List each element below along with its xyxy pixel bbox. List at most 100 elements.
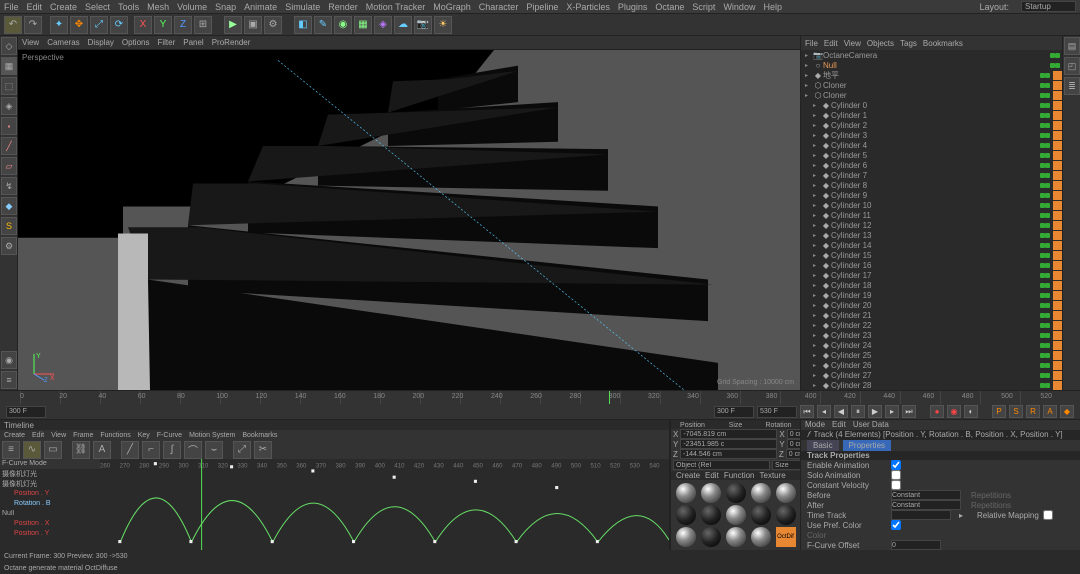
key-param-button[interactable]: A: [1043, 405, 1057, 418]
mat-edit-menu[interactable]: Edit: [705, 471, 719, 480]
deformer-button[interactable]: ◈: [374, 16, 392, 34]
mat-function-menu[interactable]: Function: [724, 471, 755, 480]
texture-tag-icon[interactable]: [1053, 71, 1062, 80]
track-row[interactable]: 摄像机灯光: [0, 479, 100, 489]
obj-objects-menu[interactable]: Objects: [867, 39, 894, 48]
texture-tag-icon[interactable]: [1053, 221, 1062, 230]
texture-tag-icon[interactable]: [1053, 341, 1062, 350]
vp-panel-menu[interactable]: Panel: [183, 38, 203, 47]
tl-functions-menu[interactable]: Functions: [100, 432, 130, 439]
texture-tag-icon[interactable]: [1053, 361, 1062, 370]
tl-link-button[interactable]: ⛓: [72, 441, 90, 459]
object-row[interactable]: ▸◆Cylinder 14: [801, 240, 1062, 250]
rotate-button[interactable]: ⟳: [110, 16, 128, 34]
track-row[interactable]: 摄像机灯光: [0, 469, 100, 479]
goto-start-button[interactable]: ⏮: [800, 405, 814, 418]
tl-key-menu[interactable]: Key: [138, 432, 150, 439]
goto-nextkey-button[interactable]: ▸: [885, 405, 899, 418]
relmap-check[interactable]: [1043, 510, 1053, 520]
menu-window[interactable]: Window: [723, 2, 755, 12]
menu-snap[interactable]: Snap: [215, 2, 236, 12]
object-row[interactable]: ▸◆Cylinder 0: [801, 100, 1062, 110]
obj-edit-menu[interactable]: Edit: [824, 39, 838, 48]
key-pla-button[interactable]: ◆: [1060, 405, 1074, 418]
nurbs-button[interactable]: ◉: [334, 16, 352, 34]
polys-mode-button[interactable]: ▱: [1, 157, 17, 175]
texture-tag-icon[interactable]: [1053, 331, 1062, 340]
attr-userdata-menu[interactable]: User Data: [853, 420, 889, 429]
vp-display-menu[interactable]: Display: [88, 38, 114, 47]
coord-system-button[interactable]: ⊞: [194, 16, 212, 34]
object-row[interactable]: ▸◆Cylinder 9: [801, 190, 1062, 200]
viewport-canvas[interactable]: Perspective: [18, 50, 800, 390]
usepref-check[interactable]: [891, 520, 901, 530]
material-grid[interactable]: OctDif: [671, 480, 800, 550]
texture-tag-icon[interactable]: [1053, 351, 1062, 360]
object-row[interactable]: ▸◆Cylinder 10: [801, 200, 1062, 210]
undo-button[interactable]: ↶: [4, 16, 22, 34]
keyframe-sel-button[interactable]: ◐: [964, 405, 978, 418]
move-button[interactable]: ✥: [70, 16, 88, 34]
tl-linear-button[interactable]: ╱: [121, 441, 139, 459]
obj-file-menu[interactable]: File: [805, 39, 818, 48]
attr-mode-menu[interactable]: Mode: [805, 420, 825, 429]
material-slot[interactable]: [676, 527, 696, 547]
texture-tag-icon[interactable]: [1053, 181, 1062, 190]
texture-tag-icon[interactable]: [1053, 371, 1062, 380]
workplane-button[interactable]: ◈: [1, 97, 17, 115]
menu-motiontracker[interactable]: Motion Tracker: [366, 2, 426, 12]
key-pos-button[interactable]: P: [992, 405, 1006, 418]
object-row[interactable]: ▸◆Cylinder 4: [801, 140, 1062, 150]
tl-tracks-tree[interactable]: F-Curve Mode 摄像机灯光摄像机灯光Position . YRotat…: [0, 459, 100, 550]
redo-button[interactable]: ↷: [24, 16, 42, 34]
goto-end-button[interactable]: ⏭: [902, 405, 916, 418]
tl-create-menu[interactable]: Create: [4, 432, 25, 439]
texture-tag-icon[interactable]: [1053, 211, 1062, 220]
texture-tag-icon[interactable]: [1053, 151, 1062, 160]
render-view-button[interactable]: ▶: [224, 16, 242, 34]
constvel-check[interactable]: [891, 480, 901, 490]
key-scale-button[interactable]: S: [1009, 405, 1023, 418]
fcurve-offset-field[interactable]: [891, 540, 941, 550]
menu-create[interactable]: Create: [50, 2, 77, 12]
menu-tools[interactable]: Tools: [118, 2, 139, 12]
object-list[interactable]: ▸📷OctaneCamera▸○Null▸◆地平▸⬡Cloner▸⬡Cloner…: [801, 50, 1062, 390]
cube-primitive-button[interactable]: ◧: [294, 16, 312, 34]
layer-mgr-button[interactable]: ≡: [1, 371, 17, 389]
coord-tab-position[interactable]: Position: [671, 420, 714, 429]
attr-tab-properties[interactable]: Properties: [843, 440, 891, 451]
track-row[interactable]: Null: [0, 509, 100, 519]
right-tool-obj[interactable]: ▤: [1064, 37, 1080, 55]
make-editable-button[interactable]: ◇: [1, 37, 17, 55]
tl-easeout-button[interactable]: ⌣: [205, 441, 223, 459]
texture-tag-icon[interactable]: [1053, 231, 1062, 240]
object-row[interactable]: ▸◆Cylinder 19: [801, 290, 1062, 300]
timeline-ruler[interactable]: 0204060801001201401601802002202402602803…: [0, 390, 1080, 404]
object-row[interactable]: ▸◆Cylinder 18: [801, 280, 1062, 290]
generator-button[interactable]: ▦: [354, 16, 372, 34]
object-row[interactable]: ▸◆Cylinder 7: [801, 170, 1062, 180]
tl-dopesheet-button[interactable]: ≡: [2, 441, 20, 459]
material-slot[interactable]: [776, 505, 796, 525]
tl-motion-menu[interactable]: Motion System: [189, 432, 235, 439]
tl-motionclip-button[interactable]: ▭: [44, 441, 62, 459]
tl-spline-button[interactable]: ∫: [163, 441, 181, 459]
material-slot-selected[interactable]: OctDif: [776, 527, 796, 547]
render-settings-button[interactable]: ⚙: [264, 16, 282, 34]
track-row[interactable]: Position . Y: [0, 529, 100, 539]
x-axis-button[interactable]: X: [134, 16, 152, 34]
vp-filter-menu[interactable]: Filter: [157, 38, 175, 47]
object-row[interactable]: ▸◆Cylinder 11: [801, 210, 1062, 220]
key-rot-button[interactable]: R: [1026, 405, 1040, 418]
z-axis-button[interactable]: Z: [174, 16, 192, 34]
enable-anim-check[interactable]: [891, 460, 901, 470]
menu-mesh[interactable]: Mesh: [147, 2, 169, 12]
material-slot[interactable]: [726, 527, 746, 547]
menu-help[interactable]: Help: [763, 2, 782, 12]
tl-break-button[interactable]: ✂: [254, 441, 272, 459]
object-row[interactable]: ▸◆Cylinder 24: [801, 340, 1062, 350]
points-mode-button[interactable]: ⬝: [1, 117, 17, 135]
texture-tag-icon[interactable]: [1053, 161, 1062, 170]
timetrack-field[interactable]: [891, 510, 951, 520]
texture-tag-icon[interactable]: [1053, 281, 1062, 290]
